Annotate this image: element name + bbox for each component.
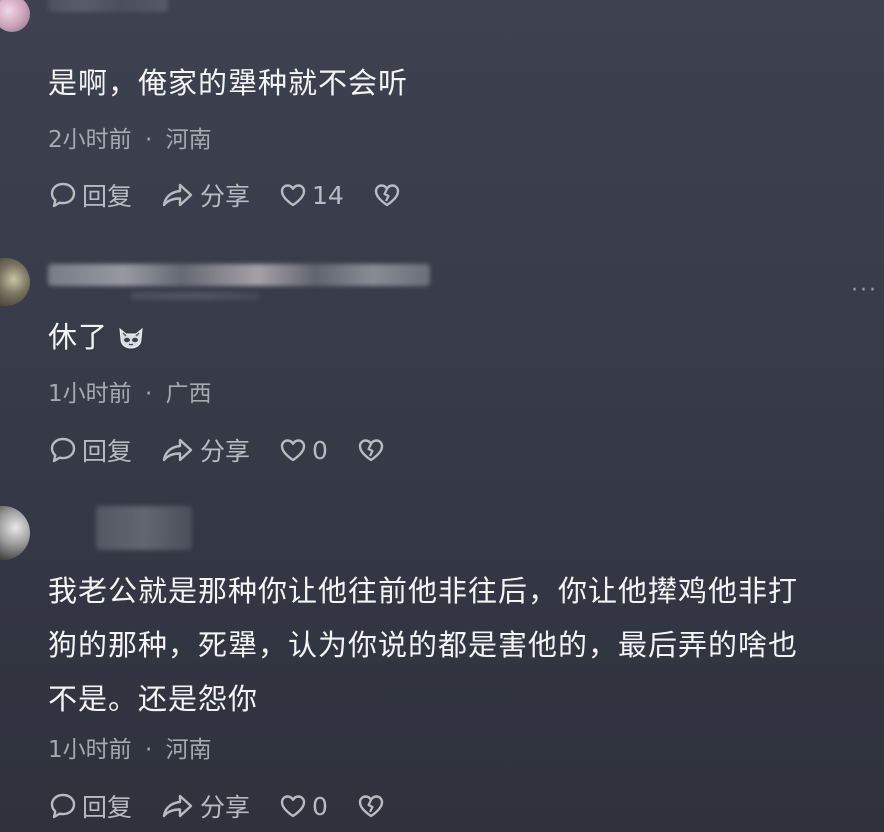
- reply-label: 回复: [82, 437, 133, 466]
- cat-emoji-icon: [119, 327, 143, 349]
- like-count: 0: [312, 435, 328, 465]
- like-count: 0: [312, 791, 328, 821]
- meta-separator: ·: [144, 737, 153, 763]
- share-button[interactable]: 分享: [160, 177, 250, 213]
- more-options-button[interactable]: ···: [851, 278, 878, 303]
- comment-line: 我老公就是那种你让他往前他非往后，你让他撵鸡他非打: [48, 574, 799, 608]
- timestamp: 1小时前: [48, 737, 132, 763]
- heart-icon: [280, 795, 306, 818]
- dislike-button[interactable]: [356, 791, 390, 821]
- avatar[interactable]: [0, 0, 30, 32]
- reply-button[interactable]: 回复: [48, 788, 132, 824]
- comment-item: ··· 休了 1小时前 · 广西 回复 分享 0: [0, 248, 884, 488]
- comment-line: 不是。还是怨你: [48, 682, 259, 716]
- share-label: 分享: [200, 793, 251, 822]
- comment-line: 狗的那种，死犟，认为你说的都是害他的，最后弄的啥也: [48, 628, 799, 662]
- meta-separator: ·: [144, 381, 153, 407]
- heart-icon: [280, 184, 306, 207]
- reply-button[interactable]: 回复: [48, 177, 132, 213]
- username[interactable]: [96, 506, 192, 550]
- comment-text: 休了: [48, 310, 146, 364]
- username-secondary: [130, 292, 260, 300]
- like-button[interactable]: 14: [278, 180, 344, 210]
- timestamp: 1小时前: [48, 381, 132, 407]
- comment-meta: 1小时前 · 广西: [48, 374, 212, 408]
- avatar[interactable]: [0, 506, 30, 560]
- comment-line: 休了: [48, 320, 109, 354]
- comment-text: 我老公就是那种你让他往前他非往后，你让他撵鸡他非打 狗的那种，死犟，认为你说的都…: [48, 564, 798, 726]
- comment-actions: 回复 分享 0: [48, 790, 418, 822]
- avatar[interactable]: [0, 258, 30, 306]
- share-arrow-icon: [162, 438, 193, 462]
- heart-icon: [280, 439, 306, 462]
- share-button[interactable]: 分享: [160, 432, 250, 468]
- comment-bubble-icon: [50, 182, 76, 208]
- like-count: 14: [312, 180, 344, 210]
- reply-label: 回复: [82, 182, 133, 211]
- share-arrow-icon: [162, 183, 193, 207]
- comment-meta: 2小时前 · 河南: [48, 120, 212, 154]
- meta-separator: ·: [144, 127, 153, 153]
- location: 河南: [165, 127, 212, 153]
- comment-item: 我老公就是那种你让他往前他非往后，你让他撵鸡他非打 狗的那种，死犟，认为你说的都…: [0, 500, 884, 832]
- comment-actions: 回复 分享 0: [48, 434, 418, 466]
- comment-bubble-icon: [50, 437, 76, 463]
- username[interactable]: [48, 0, 168, 12]
- share-label: 分享: [200, 182, 251, 211]
- location: 河南: [165, 737, 212, 763]
- share-label: 分享: [200, 437, 251, 466]
- comment-line: 是啊，俺家的犟种就不会听: [48, 66, 409, 100]
- comment-item: 是啊，俺家的犟种就不会听 2小时前 · 河南 回复 分享 14: [0, 0, 884, 230]
- broken-heart-icon: [358, 795, 384, 818]
- comment-meta: 1小时前 · 河南: [48, 730, 212, 764]
- comment-actions: 回复 分享 14: [48, 179, 434, 211]
- location: 广西: [165, 381, 212, 407]
- reply-button[interactable]: 回复: [48, 432, 132, 468]
- dislike-button[interactable]: [356, 435, 390, 465]
- comment-text: 是啊，俺家的犟种就不会听: [48, 56, 408, 110]
- username[interactable]: [48, 264, 430, 286]
- comment-bubble-icon: [50, 793, 76, 819]
- broken-heart-icon: [358, 439, 384, 462]
- share-arrow-icon: [162, 794, 193, 818]
- share-button[interactable]: 分享: [160, 788, 250, 824]
- like-button[interactable]: 0: [278, 435, 328, 465]
- timestamp: 2小时前: [48, 127, 132, 153]
- broken-heart-icon: [374, 184, 400, 207]
- dislike-button[interactable]: [372, 180, 406, 210]
- reply-label: 回复: [82, 793, 133, 822]
- like-button[interactable]: 0: [278, 791, 328, 821]
